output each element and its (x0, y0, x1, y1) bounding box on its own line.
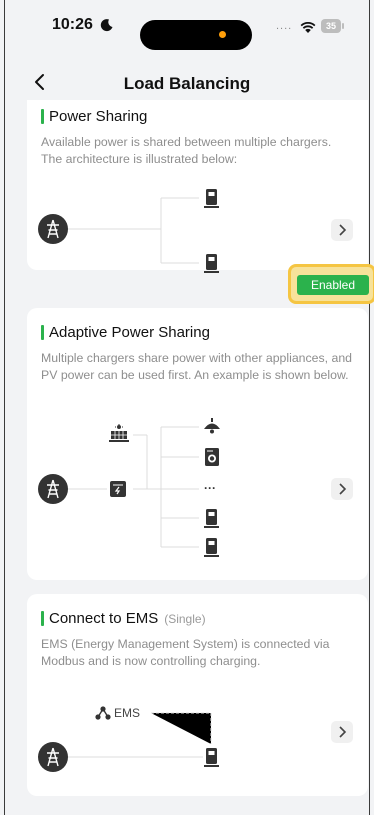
solar-panel-icon (109, 424, 129, 442)
cellular-dots: .... (276, 20, 293, 32)
adaptive-power-sharing-card[interactable]: Adaptive Power Sharing Multiple chargers… (27, 308, 368, 580)
charger-icon (204, 748, 219, 767)
status-time: 10:26 (52, 16, 93, 33)
chevron-right-icon[interactable] (331, 219, 353, 241)
ems-diagram (67, 712, 212, 758)
charger-icon (204, 189, 219, 208)
recording-indicator (219, 31, 226, 38)
charger-icon (204, 254, 219, 273)
more-appliances: ··· (204, 481, 216, 495)
nav-bar: Load Balancing (0, 64, 374, 104)
ems-label: EMS (114, 706, 141, 720)
power-sharing-diagram (67, 197, 199, 264)
enabled-highlight: Enabled (288, 264, 374, 304)
grid-tower-icon (38, 214, 68, 244)
wifi-icon (300, 21, 316, 33)
power-sharing-card[interactable]: Power Sharing Available power is shared … (27, 100, 368, 273)
charger-icon (204, 509, 219, 528)
page-title: Load Balancing (123, 74, 251, 93)
grid-tower-icon (38, 742, 68, 772)
chevron-right-icon[interactable] (331, 721, 353, 743)
inverter-icon (110, 481, 126, 497)
charger-icon (204, 538, 219, 557)
moon-icon (100, 19, 113, 32)
lamp-icon (204, 418, 220, 434)
washing-machine-icon (205, 448, 219, 466)
battery-level: 35 (325, 21, 336, 31)
adaptive-diagram (67, 426, 199, 548)
status-badge[interactable]: Enabled (297, 275, 369, 295)
battery-icon: 35 (321, 19, 345, 33)
chevron-right-icon[interactable] (331, 478, 353, 500)
grid-tower-icon (38, 474, 68, 504)
network-icon (95, 706, 111, 720)
connect-ems-card[interactable]: Connect to EMS (Single) EMS (Energy Mana… (27, 594, 368, 796)
dynamic-island (140, 20, 252, 50)
status-bar: 10:26 .... 35 (0, 0, 374, 52)
